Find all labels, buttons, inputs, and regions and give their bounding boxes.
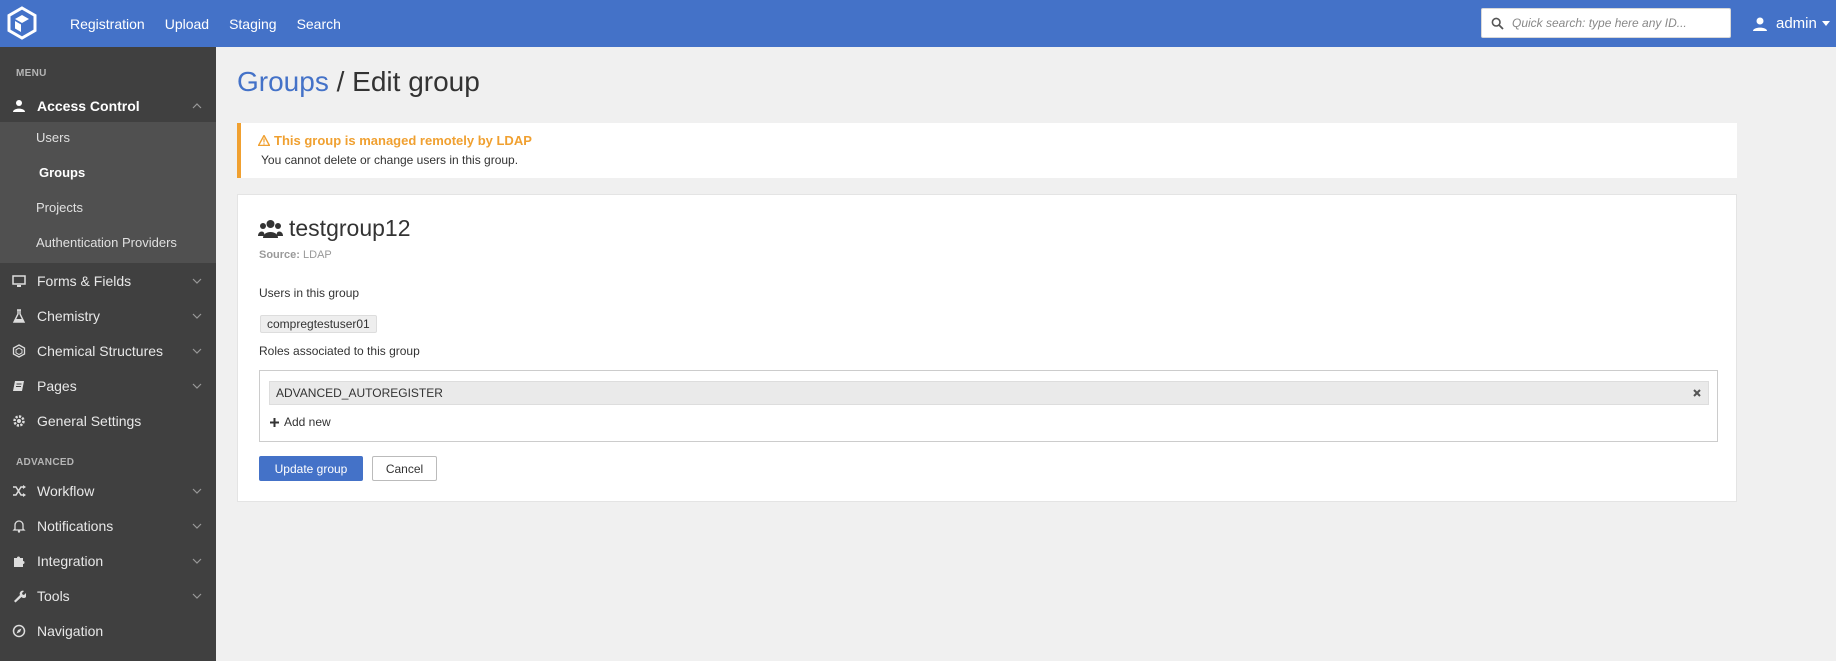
compass-icon (12, 624, 26, 637)
user-name: admin (1776, 15, 1817, 32)
group-edit-card: testgroup12 Source: LDAP Users in this g… (237, 194, 1737, 502)
warning-icon (258, 135, 270, 146)
add-new-role-button[interactable]: Add new (270, 415, 331, 429)
sidebar-item-chemical-structures[interactable]: Chemical Structures (0, 333, 216, 368)
role-tag: ADVANCED_AUTOREGISTER (269, 381, 1709, 405)
user-icon (1753, 17, 1767, 31)
alert-text: You cannot delete or change users in thi… (261, 153, 519, 167)
sidebar-item-access-control[interactable]: Access Control (0, 88, 216, 123)
menu-section-label: MENU (16, 68, 47, 79)
chevron-down-icon (192, 278, 202, 284)
group-name: testgroup12 (289, 215, 411, 241)
users-label: Users in this group (259, 286, 360, 300)
role-name: ADVANCED_AUTOREGISTER (276, 386, 443, 400)
top-navbar: Registration Upload Staging Search admin (0, 0, 1836, 47)
chevron-down-icon (192, 348, 202, 354)
nav-staging[interactable]: Staging (229, 16, 276, 32)
group-source: Source: LDAP (259, 249, 332, 261)
nav-search[interactable]: Search (297, 16, 341, 32)
monitor-icon (12, 274, 26, 287)
group-header: testgroup12 (258, 215, 410, 242)
page-title-text: Edit group (352, 66, 480, 97)
plus-icon (270, 417, 279, 427)
advanced-section-label: ADVANCED (16, 457, 75, 468)
source-value: LDAP (303, 249, 332, 261)
book-icon (13, 380, 24, 391)
breadcrumb-groups-link[interactable]: Groups (237, 66, 329, 97)
chevron-down-icon (192, 523, 202, 529)
shuffle-icon (13, 484, 26, 497)
top-nav: Registration Upload Staging Search (70, 0, 361, 47)
sidebar-item-general-settings[interactable]: General Settings (0, 403, 216, 438)
chevron-up-icon (192, 102, 202, 108)
nav-registration[interactable]: Registration (70, 16, 145, 32)
chevron-down-icon (192, 488, 202, 494)
sidebar-item-notifications[interactable]: Notifications (0, 508, 216, 543)
remove-role-icon[interactable] (1692, 388, 1702, 398)
sidebar-item-integration[interactable]: Integration (0, 543, 216, 578)
sidebar-item-forms-fields[interactable]: Forms & Fields (0, 263, 216, 298)
gear-icon (13, 414, 25, 427)
ldap-warning-alert: This group is managed remotely by LDAP Y… (237, 123, 1737, 178)
chevron-down-icon (192, 383, 202, 389)
chevron-down-icon (192, 593, 202, 599)
access-control-submenu: Users Groups Projects Authentication Pro… (0, 122, 216, 263)
roles-label: Roles associated to this group (259, 344, 420, 358)
sidebar-item-chemistry[interactable]: Chemistry (0, 298, 216, 333)
puzzle-icon (14, 556, 25, 567)
user-menu[interactable]: admin (1752, 0, 1830, 47)
cancel-button[interactable]: Cancel (372, 456, 437, 481)
flask-icon (12, 308, 26, 323)
sidebar-subitem-groups[interactable]: Groups (0, 157, 216, 187)
sidebar-item-label: Access Control (37, 97, 140, 114)
breadcrumb-separator: / (328, 66, 353, 97)
sidebar-item-navigation[interactable]: Navigation (0, 613, 216, 648)
nav-upload[interactable]: Upload (165, 16, 209, 32)
sidebar-subitem-users[interactable]: Users (0, 122, 216, 152)
user-tag: compregtestuser01 (260, 315, 377, 333)
source-label: Source: (259, 249, 300, 261)
chevron-down-icon (192, 313, 202, 319)
quick-search-input[interactable] (1512, 13, 1724, 33)
quick-search (1481, 8, 1731, 38)
wrench-icon (14, 590, 26, 602)
hexagon-structure-icon (12, 343, 26, 358)
roles-select[interactable]: ADVANCED_AUTOREGISTER Add new (259, 370, 1718, 442)
sidebar-subitem-authentication-providers[interactable]: Authentication Providers (0, 227, 216, 257)
sidebar-item-tools[interactable]: Tools (0, 578, 216, 613)
sidebar-item-workflow[interactable]: Workflow (0, 473, 216, 508)
page-title: Groups / Edit group (237, 66, 480, 98)
user-icon (13, 99, 25, 112)
sidebar: MENU Access Control Users Groups Project… (0, 47, 216, 661)
users-group-icon (258, 219, 283, 238)
bell-icon (12, 519, 26, 533)
sidebar-subitem-projects[interactable]: Projects (0, 192, 216, 222)
alert-title: This group is managed remotely by LDAP (274, 133, 532, 148)
update-group-button[interactable]: Update group (259, 456, 363, 481)
hexagon-logo-icon[interactable] (6, 6, 38, 40)
sidebar-item-pages[interactable]: Pages (0, 368, 216, 403)
chevron-down-icon (192, 558, 202, 564)
search-icon (1491, 17, 1504, 30)
caret-down-icon (1821, 21, 1830, 26)
